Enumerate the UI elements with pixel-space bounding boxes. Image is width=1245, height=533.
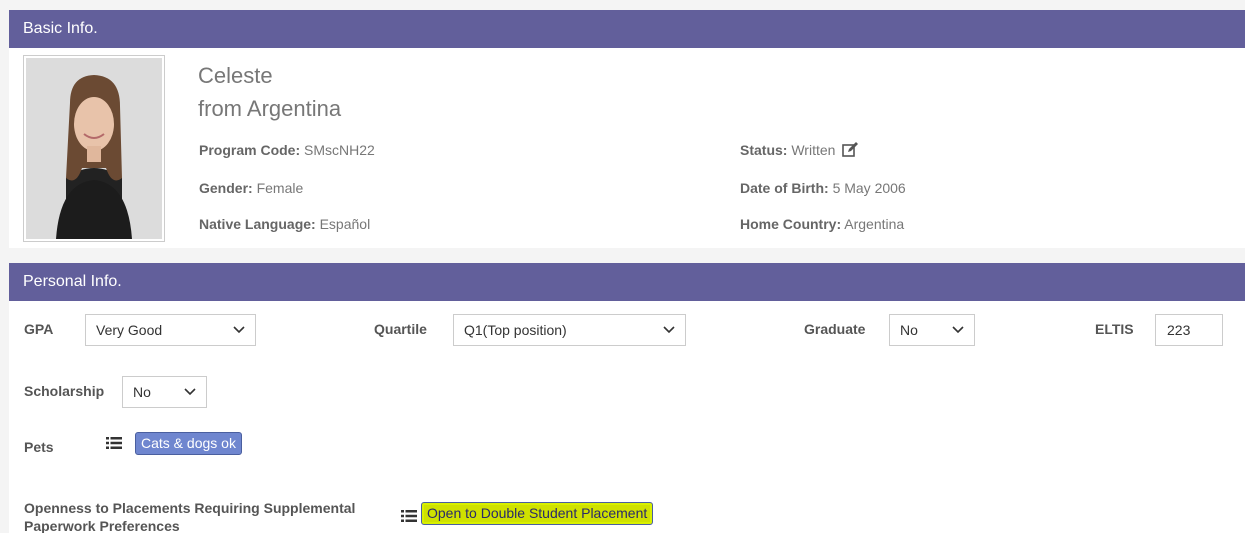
native-language-label: Native Language: [199,216,316,232]
graduate-selected-value: No [900,322,918,338]
list-icon[interactable] [401,509,417,523]
eltis-label: ELTIS [1095,321,1134,337]
pets-label: Pets [24,439,54,455]
personal-info-header: Personal Info. [9,263,1245,301]
program-code-label: Program Code: [199,142,301,158]
student-name: Celeste [198,63,273,88]
personal-info-panel: Personal Info. GPA Very Good Quartile Q1… [9,263,1245,533]
openness-label-line1: Openness to Placements Requiring Supplem… [24,500,356,516]
status-value: Written [791,142,836,158]
home-country-field: Home Country: Argentina [740,216,904,232]
native-language-value: Español [319,216,371,232]
dob-label: Date of Birth: [740,180,829,196]
native-language-field: Native Language: Español [199,216,370,232]
openness-label-line2: Paperwork Preferences [24,518,180,533]
openness-label: Openness to Placements Requiring Supplem… [24,499,355,533]
quartile-label: Quartile [374,321,427,337]
chevron-down-icon [952,326,964,334]
scholarship-select[interactable]: No [122,376,207,408]
graduate-label: Graduate [804,321,866,337]
edit-icon[interactable] [842,142,859,160]
gender-label: Gender: [199,180,253,196]
openness-tag[interactable]: Open to Double Student Placement [421,502,654,525]
basic-info-panel: Basic Info. Celeste from Argentina Progr… [9,10,1245,248]
eltis-input[interactable]: 223 [1155,314,1223,346]
home-country-value: Argentina [844,216,905,232]
student-origin: from Argentina [198,96,342,121]
dob-value: 5 May 2006 [832,180,906,196]
status-label: Status: [740,142,788,158]
status-field: Status: Written [740,142,859,160]
gender-value: Female [256,180,304,196]
scholarship-label: Scholarship [24,383,105,399]
chevron-down-icon [663,326,675,334]
gender-field: Gender: Female [199,180,303,196]
program-code-field: Program Code: SMscNH22 [199,142,375,158]
pets-tag[interactable]: Cats & dogs ok [135,432,242,455]
gpa-label: GPA [24,321,54,337]
dob-field: Date of Birth: 5 May 2006 [740,180,906,196]
home-country-label: Home Country: [740,216,842,232]
quartile-select[interactable]: Q1(Top position) [453,314,686,346]
student-photo [23,55,165,242]
list-icon[interactable] [106,436,122,450]
graduate-select[interactable]: No [889,314,975,346]
chevron-down-icon [233,326,245,334]
scholarship-selected-value: No [133,384,151,400]
gpa-selected-value: Very Good [96,322,163,338]
program-code-value: SMscNH22 [304,142,375,158]
gpa-select[interactable]: Very Good [85,314,256,346]
basic-info-header: Basic Info. [9,10,1245,48]
chevron-down-icon [184,388,196,396]
quartile-selected-value: Q1(Top position) [464,322,567,338]
